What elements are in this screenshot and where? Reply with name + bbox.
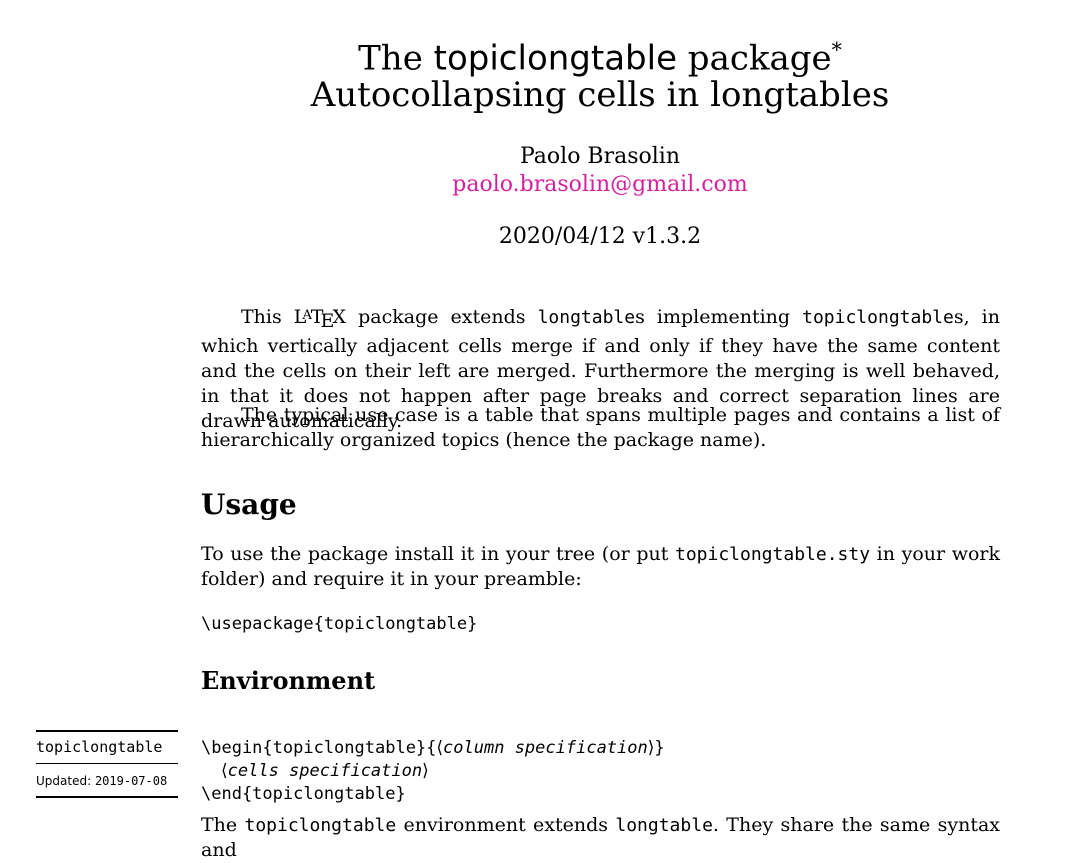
margin-bottom-rule [36,796,178,798]
env-end-code: \end{topiclongtable} [201,784,406,804]
title-footnote-mark: * [831,38,842,62]
env-cells-code: ⟨cells specification⟩ [221,761,429,781]
document-subtitle: Autocollapsing cells in longtables [310,75,890,115]
section-heading-usage: Usage [201,488,297,521]
abstract-paragraph-2: The typical use case is a table that spa… [201,404,1000,451]
margin-updated-note: Updated: 2019-07-08 [36,774,168,788]
margin-mid-rule [36,763,178,764]
env-begin-code: \begin{topiclongtable}{⟨column specifica… [201,738,665,758]
usage-paragraph: To use the package install it in your tr… [201,543,1001,590]
inline-code-env-name: topiclongtable [244,815,397,836]
usepackage-code: \usepackage{topiclongtable} [201,614,478,634]
author-email-row: paolo.brasolin@gmail.com [200,172,1000,197]
margin-environment-name: topiclongtable [36,738,163,756]
environment-description: The topiclongtable environment extends l… [201,814,1000,861]
subsection-heading-environment: Environment [201,666,376,695]
inline-code-longtable-2: longtable [615,815,713,836]
inline-code-topiclongtable: topiclongtable [802,306,954,328]
column-spec-arg: column specification [443,738,648,758]
cells-spec-arg: cells specification [227,761,423,781]
inline-code-sty-file: topiclongtable.sty [674,544,871,565]
margin-updated-date: 2019-07-08 [94,774,168,788]
margin-top-rule [36,730,178,732]
latex-logo: LATEX [293,305,347,332]
author-email-link[interactable]: paolo.brasolin@gmail.com [452,172,747,197]
inline-code-longtable: longtable [537,306,636,328]
date-version: 2020/04/12 v1.3.2 [498,224,702,249]
author-name: Paolo Brasolin [519,144,681,169]
